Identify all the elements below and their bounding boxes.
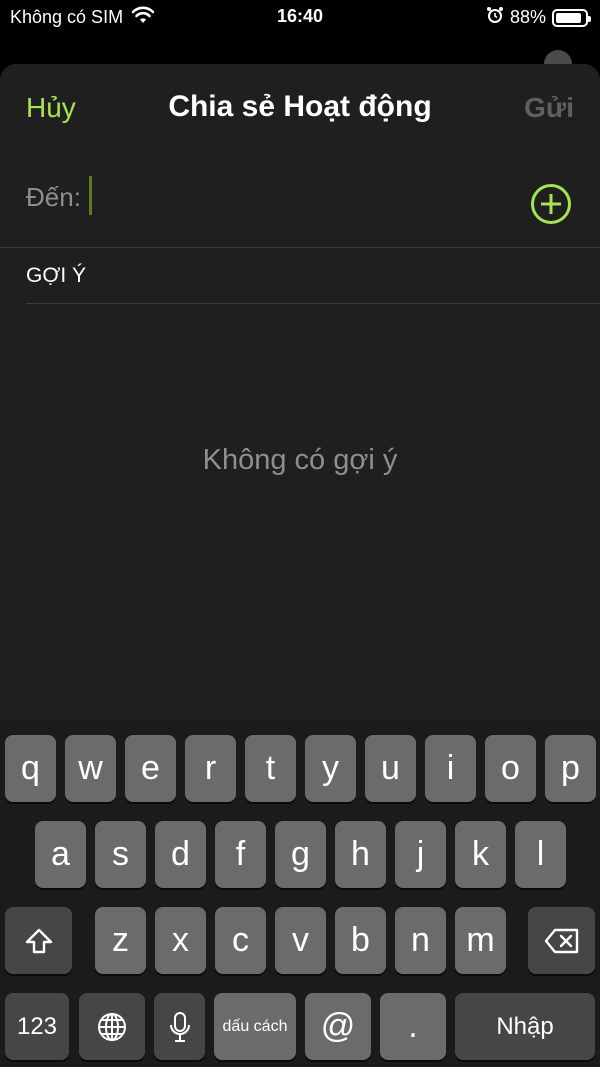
key-f[interactable]: f bbox=[215, 821, 266, 888]
space-key[interactable]: dấu cách bbox=[214, 993, 296, 1060]
period-key[interactable]: . bbox=[380, 993, 446, 1060]
key-s[interactable]: s bbox=[95, 821, 146, 888]
key-v[interactable]: v bbox=[275, 907, 326, 974]
key-z[interactable]: z bbox=[95, 907, 146, 974]
key-g[interactable]: g bbox=[275, 821, 326, 888]
key-r[interactable]: r bbox=[185, 735, 236, 802]
plus-circle-icon[interactable] bbox=[531, 184, 571, 224]
key-c[interactable]: c bbox=[215, 907, 266, 974]
at-key[interactable]: @ bbox=[305, 993, 371, 1060]
shift-key[interactable] bbox=[5, 907, 72, 974]
key-y[interactable]: y bbox=[305, 735, 356, 802]
key-a[interactable]: a bbox=[35, 821, 86, 888]
globe-icon bbox=[96, 1011, 128, 1043]
delete-key[interactable] bbox=[528, 907, 595, 974]
key-n[interactable]: n bbox=[395, 907, 446, 974]
numbers-key[interactable]: 123 bbox=[5, 993, 69, 1060]
return-key[interactable]: Nhập bbox=[455, 993, 595, 1060]
status-bar: Không có SIM 16:40 88% bbox=[0, 0, 600, 34]
key-x[interactable]: x bbox=[155, 907, 206, 974]
microphone-icon bbox=[169, 1011, 191, 1043]
alarm-icon bbox=[486, 6, 504, 29]
recipient-field[interactable]: Đến: bbox=[0, 164, 600, 248]
divider bbox=[26, 303, 600, 304]
keyboard: q w e r t y u i o p a s d f g h j k l z … bbox=[0, 721, 600, 1067]
battery-fill bbox=[556, 12, 581, 23]
dictation-key[interactable] bbox=[154, 993, 205, 1060]
key-q[interactable]: q bbox=[5, 735, 56, 802]
globe-key[interactable] bbox=[79, 993, 145, 1060]
sheet-title: Chia sẻ Hoạt động bbox=[168, 90, 432, 123]
divider bbox=[0, 247, 600, 248]
battery-icon bbox=[552, 8, 591, 27]
key-b[interactable]: b bbox=[335, 907, 386, 974]
key-o[interactable]: o bbox=[485, 735, 536, 802]
key-j[interactable]: j bbox=[395, 821, 446, 888]
key-e[interactable]: e bbox=[125, 735, 176, 802]
send-button[interactable]: Gửi bbox=[524, 92, 574, 124]
text-cursor bbox=[89, 176, 92, 215]
shift-icon bbox=[24, 927, 54, 955]
key-p[interactable]: p bbox=[545, 735, 596, 802]
key-l[interactable]: l bbox=[515, 821, 566, 888]
key-h[interactable]: h bbox=[335, 821, 386, 888]
battery-percent: 88% bbox=[509, 7, 546, 27]
suggestions-header: GỢI Ý bbox=[26, 264, 87, 287]
key-m[interactable]: m bbox=[455, 907, 506, 974]
delete-icon bbox=[544, 928, 580, 954]
key-d[interactable]: d bbox=[155, 821, 206, 888]
key-w[interactable]: w bbox=[65, 735, 116, 802]
key-t[interactable]: t bbox=[245, 735, 296, 802]
to-label: Đến: bbox=[26, 182, 81, 212]
key-i[interactable]: i bbox=[425, 735, 476, 802]
key-u[interactable]: u bbox=[365, 735, 416, 802]
status-right: 88% bbox=[486, 6, 591, 29]
key-k[interactable]: k bbox=[455, 821, 506, 888]
empty-suggestions-message: Không có gợi ý bbox=[202, 444, 398, 476]
